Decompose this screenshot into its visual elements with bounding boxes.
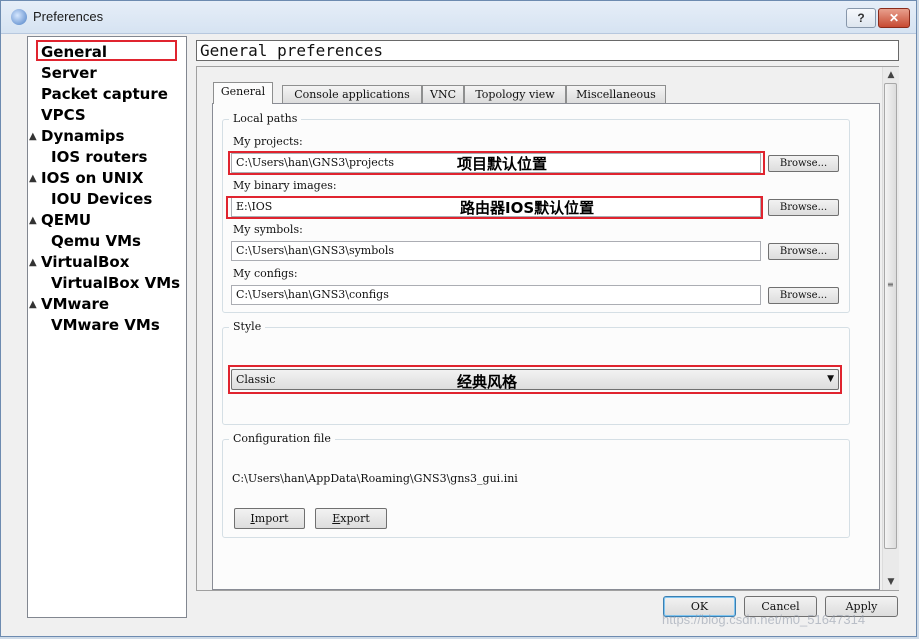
symbols-label: My symbols: [233,223,303,236]
window-title: Preferences [33,9,104,24]
configuration-file-path: C:\Users\han\AppData\Roaming\GNS3\gns3_g… [232,472,518,485]
scrollbar-thumb[interactable] [884,83,897,549]
title-bar[interactable]: Preferences ? ✕ [1,1,916,34]
sidebar-item-general[interactable]: General [41,42,107,62]
expand-arrow-icon[interactable]: ▲ [29,131,37,142]
symbols-path-field[interactable]: C:\Users\han\GNS3\symbols [231,241,761,261]
style-annotation: 经典风格 [457,373,518,391]
sidebar-item-vmware[interactable]: VMware [41,294,109,314]
tab-general[interactable]: General [213,82,273,104]
sidebar-item-dynamips[interactable]: Dynamips [41,126,124,146]
vertical-scrollbar[interactable]: ▲ ▼ [882,67,899,590]
browse-configs-button[interactable]: Browse... [768,287,839,304]
export-button[interactable]: Export [315,508,387,529]
tab-console-applications[interactable]: Console applications [282,85,422,103]
binary-images-annotation: 路由器IOS默认位置 [460,199,595,217]
tab-miscellaneous[interactable]: Miscellaneous [566,85,666,103]
local-paths-title: Local paths [229,112,302,125]
configs-label: My configs: [233,267,298,280]
expand-arrow-icon[interactable]: ▲ [29,173,37,184]
help-button[interactable]: ? [846,8,876,28]
projects-annotation: 项目默认位置 [457,155,548,173]
expand-arrow-icon[interactable]: ▲ [29,257,37,268]
gns3-app-icon [11,9,27,25]
configs-path-field[interactable]: C:\Users\han\GNS3\configs [231,285,761,305]
sidebar-item-virtualbox-vms[interactable]: VirtualBox VMs [51,273,180,293]
scroll-down-arrow-icon[interactable]: ▼ [883,575,899,589]
browse-projects-button[interactable]: Browse... [768,155,839,172]
sidebar-item-qemu-vms[interactable]: Qemu VMs [51,231,141,251]
projects-label: My projects: [233,135,303,148]
tab-vnc[interactable]: VNC [422,85,464,103]
page-title: General preferences [196,40,899,61]
sidebar-item-vpcs[interactable]: VPCS [41,105,86,125]
scrollbar-grip-icon: ≡ [887,280,894,289]
sidebar-item-vmware-vms[interactable]: VMware VMs [51,315,160,335]
import-button[interactable]: Import [234,508,305,529]
configuration-file-title: Configuration file [229,432,335,445]
style-title: Style [229,320,266,333]
browse-symbols-button[interactable]: Browse... [768,243,839,260]
highlight-box-style [228,365,842,394]
sidebar-item-qemu[interactable]: QEMU [41,210,91,230]
sidebar-item-server[interactable]: Server [41,63,97,83]
tab-topology-view[interactable]: Topology view [464,85,566,103]
sidebar-item-ios-routers[interactable]: IOS routers [51,147,147,167]
sidebar-item-ios-on-unix[interactable]: IOS on UNIX [41,168,143,188]
sidebar-item-iou-devices[interactable]: IOU Devices [51,189,152,209]
close-button[interactable]: ✕ [878,8,910,28]
expand-arrow-icon[interactable]: ▲ [29,215,37,226]
scroll-up-arrow-icon[interactable]: ▲ [883,68,899,82]
expand-arrow-icon[interactable]: ▲ [29,299,37,310]
sidebar-item-packet-capture[interactable]: Packet capture [41,84,168,104]
browse-binary-images-button[interactable]: Browse... [768,199,839,216]
sidebar-item-virtualbox[interactable]: VirtualBox [41,252,129,272]
binary-images-label: My binary images: [233,179,337,192]
watermark-text: https://blog.csdn.net/m0_51647314 [662,612,866,627]
